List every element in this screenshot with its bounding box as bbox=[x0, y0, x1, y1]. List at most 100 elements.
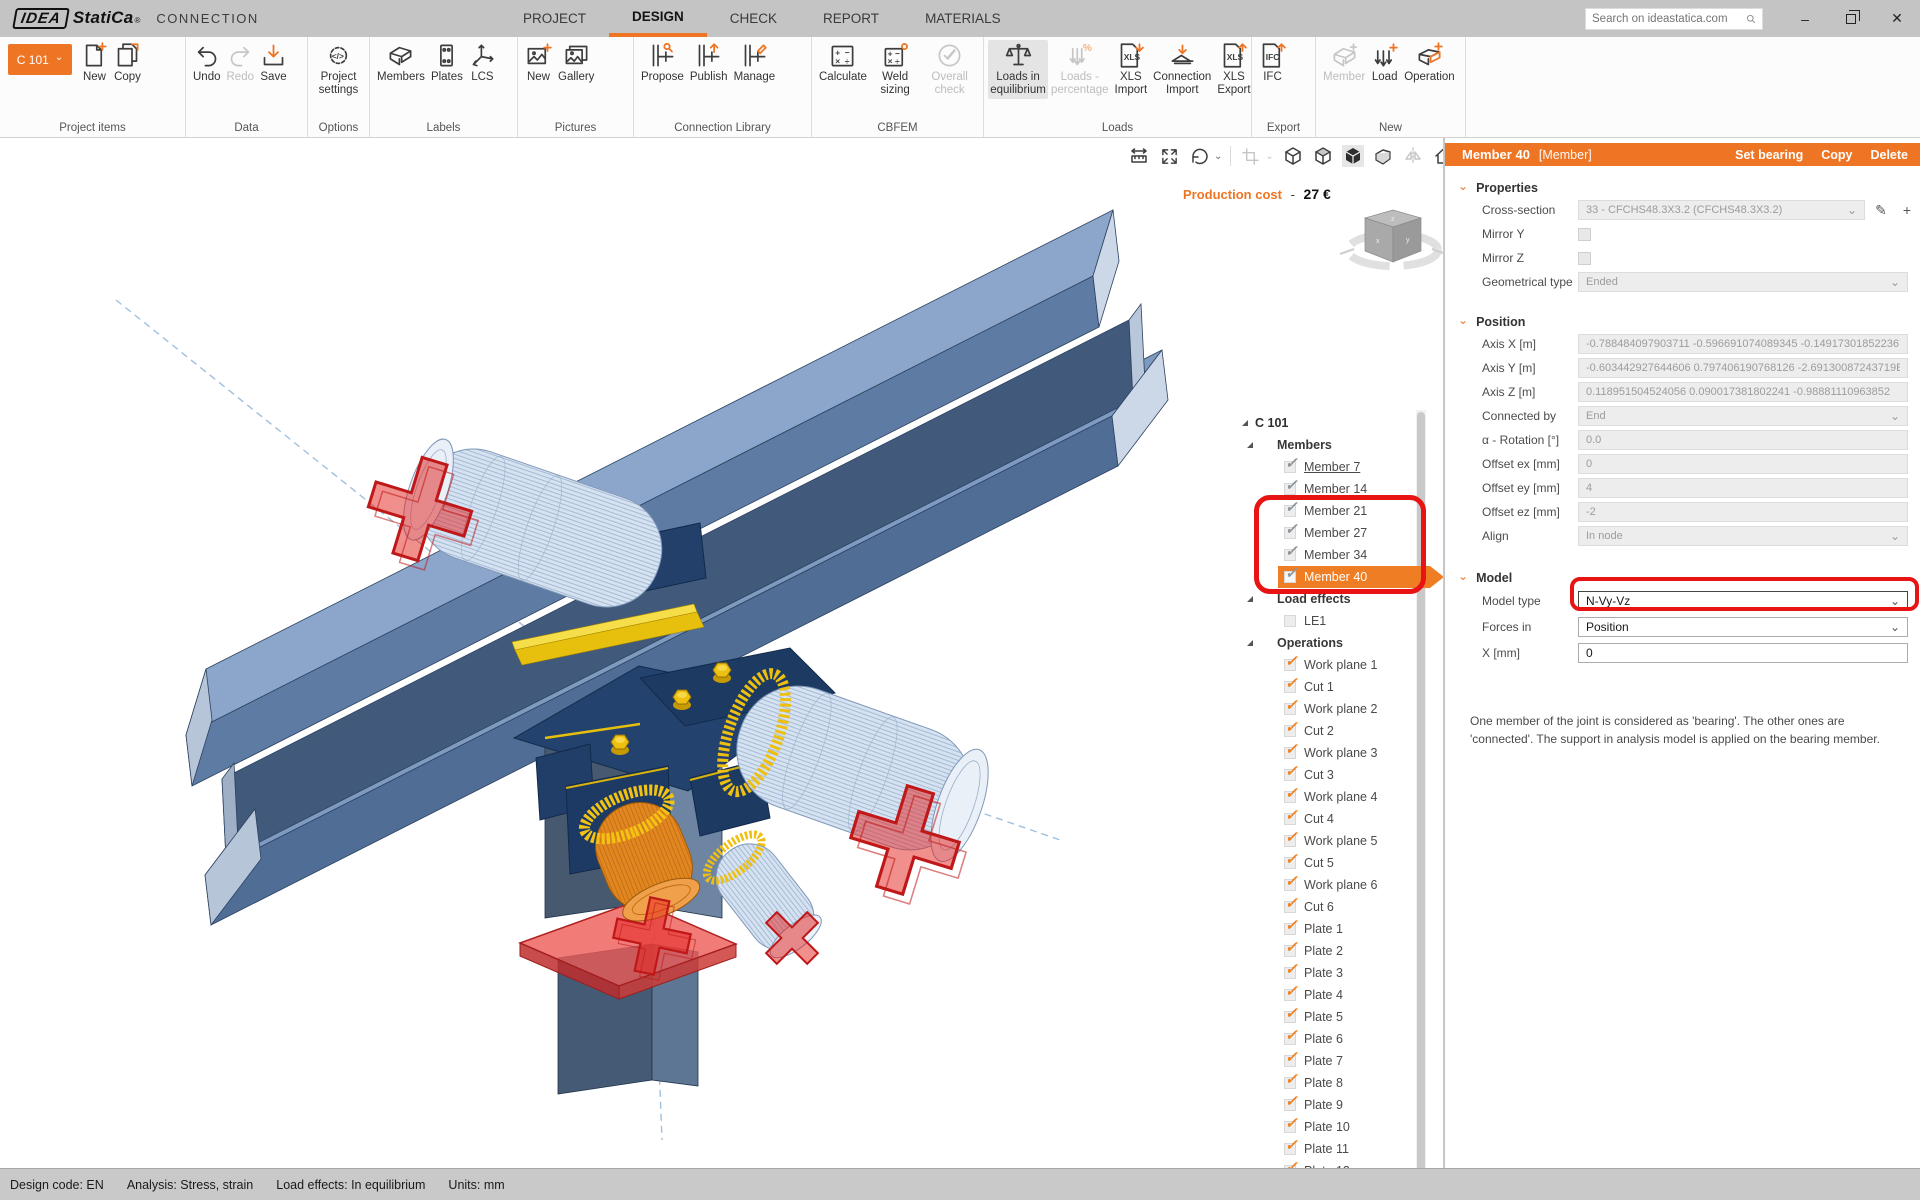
connection-3d-scene[interactable] bbox=[0, 138, 1444, 1168]
expander-triangle-icon[interactable] bbox=[1247, 596, 1253, 602]
tree-item-label[interactable]: Members bbox=[1277, 438, 1332, 452]
new-load-button[interactable]: Load bbox=[1368, 40, 1401, 86]
tree-checkbox[interactable] bbox=[1284, 1099, 1296, 1111]
tree-row[interactable]: Member 34 bbox=[1240, 544, 1443, 566]
x-position-field[interactable]: 0 bbox=[1578, 643, 1908, 663]
tree-row[interactable]: Plate 8 bbox=[1240, 1072, 1443, 1094]
tree-item-label[interactable]: Operations bbox=[1277, 636, 1343, 650]
tree-row[interactable]: Work plane 6 bbox=[1240, 874, 1443, 896]
tree-item-label[interactable]: Plate 11 bbox=[1304, 1142, 1349, 1156]
tree-row[interactable]: Work plane 4 bbox=[1240, 786, 1443, 808]
tree-row[interactable]: LE1 bbox=[1240, 610, 1443, 632]
undo-button[interactable]: Undo bbox=[190, 40, 224, 86]
restore-button[interactable] bbox=[1828, 0, 1874, 37]
panel-action-button[interactable]: Set bearing bbox=[1735, 148, 1803, 162]
home-view-button[interactable] bbox=[1432, 145, 1443, 167]
tree-row[interactable]: Members bbox=[1240, 434, 1443, 456]
main-tab[interactable]: DESIGN bbox=[609, 0, 707, 37]
tree-item-label[interactable]: Plate 1 bbox=[1304, 922, 1343, 936]
tree-item-label[interactable]: Work plane 3 bbox=[1304, 746, 1377, 760]
tree-checkbox[interactable] bbox=[1284, 1055, 1296, 1067]
gallery-button[interactable]: Gallery bbox=[555, 40, 597, 86]
measure-button[interactable] bbox=[1128, 145, 1150, 167]
tree-checkbox[interactable] bbox=[1284, 769, 1296, 781]
main-tab[interactable]: PROJECT bbox=[500, 0, 609, 37]
tree-row[interactable]: Plate 4 bbox=[1240, 984, 1443, 1006]
lcs-labels-button[interactable]: LCS bbox=[466, 40, 499, 86]
tree-item-label[interactable]: Plate 6 bbox=[1304, 1032, 1343, 1046]
tree-checkbox[interactable] bbox=[1284, 681, 1296, 693]
tree-item-label[interactable]: LE1 bbox=[1304, 614, 1326, 628]
tree-item-label[interactable]: Cut 1 bbox=[1304, 680, 1334, 694]
tree-item-label[interactable]: C 101 bbox=[1255, 416, 1288, 430]
tree-row[interactable]: Load effects bbox=[1240, 588, 1443, 610]
tree-row[interactable]: Plate 2 bbox=[1240, 940, 1443, 962]
copy-project-item-button[interactable]: Copy bbox=[111, 40, 144, 86]
plates-labels-button[interactable]: Plates bbox=[428, 40, 466, 86]
propose-button[interactable]: Propose bbox=[638, 40, 687, 86]
tree-checkbox[interactable] bbox=[1284, 1143, 1296, 1155]
model-type-dropdown[interactable]: N-Vy-Vz bbox=[1578, 591, 1908, 611]
tree-row[interactable]: Cut 1 bbox=[1240, 676, 1443, 698]
tree-row[interactable]: Plate 5 bbox=[1240, 1006, 1443, 1028]
loads-in-equilibrium-button[interactable]: Loads in equilibrium bbox=[988, 40, 1048, 99]
section-position[interactable]: ⌄ Position bbox=[1445, 312, 1920, 332]
rotate-view-button[interactable] bbox=[1188, 145, 1210, 167]
tree-row[interactable]: Work plane 5 bbox=[1240, 830, 1443, 852]
tree-row[interactable]: Member 14 bbox=[1240, 478, 1443, 500]
expander-triangle-icon[interactable] bbox=[1247, 442, 1253, 448]
tree-item-label[interactable]: Work plane 2 bbox=[1304, 702, 1377, 716]
ifc-export-button[interactable]: IFC IFC bbox=[1256, 40, 1289, 86]
tree-row[interactable]: Plate 3 bbox=[1240, 962, 1443, 984]
tree-row[interactable]: Plate 7 bbox=[1240, 1050, 1443, 1072]
close-button[interactable]: ✕ bbox=[1874, 0, 1920, 37]
tree-item-label[interactable]: Member 14 bbox=[1304, 482, 1367, 496]
tree-row[interactable]: Operations bbox=[1240, 632, 1443, 654]
tree-checkbox[interactable] bbox=[1284, 967, 1296, 979]
tree-item-label[interactable]: Work plane 1 bbox=[1304, 658, 1377, 672]
tree-item-label[interactable]: Plate 3 bbox=[1304, 966, 1343, 980]
tree-item-label[interactable]: Plate 4 bbox=[1304, 988, 1343, 1002]
main-tab[interactable]: CHECK bbox=[707, 0, 800, 37]
connection-import-button[interactable]: Connection Import bbox=[1150, 40, 1214, 99]
tree-item-label[interactable]: Work plane 4 bbox=[1304, 790, 1377, 804]
main-tab[interactable]: REPORT bbox=[800, 0, 902, 37]
save-button[interactable]: Save bbox=[257, 40, 290, 86]
tree-item-label[interactable]: Plate 7 bbox=[1304, 1054, 1343, 1068]
tree-row[interactable]: Cut 5 bbox=[1240, 852, 1443, 874]
tree-checkbox[interactable] bbox=[1284, 791, 1296, 803]
tree-checkbox[interactable] bbox=[1284, 483, 1296, 495]
edit-pencil-icon[interactable]: ✎ bbox=[1871, 200, 1891, 220]
new-picture-button[interactable]: New bbox=[522, 40, 555, 86]
tree-item-label[interactable]: Plate 5 bbox=[1304, 1010, 1343, 1024]
tree-row[interactable]: Cut 4 bbox=[1240, 808, 1443, 830]
tree-item-label[interactable]: Work plane 6 bbox=[1304, 878, 1377, 892]
project-settings-button[interactable]: </> Project settings bbox=[312, 40, 365, 99]
new-operation-button[interactable]: Operation bbox=[1401, 40, 1458, 86]
tree-checkbox[interactable] bbox=[1284, 945, 1296, 957]
tree-scrollbar[interactable] bbox=[1416, 410, 1426, 1168]
tree-row[interactable]: Plate 9 bbox=[1240, 1094, 1443, 1116]
project-item-dropdown[interactable]: C 101 ⌄ bbox=[8, 44, 72, 75]
tree-checkbox[interactable] bbox=[1284, 835, 1296, 847]
tree-item-label[interactable]: Plate 12 bbox=[1304, 1164, 1350, 1168]
tree-checkbox[interactable] bbox=[1284, 879, 1296, 891]
tree-item-label[interactable]: Cut 2 bbox=[1304, 724, 1334, 738]
tree-item-label[interactable]: Plate 8 bbox=[1304, 1076, 1343, 1090]
tree-row[interactable]: Member 40 bbox=[1240, 566, 1443, 588]
tree-row[interactable]: Plate 10 bbox=[1240, 1116, 1443, 1138]
tree-checkbox[interactable] bbox=[1284, 1077, 1296, 1089]
search-input[interactable] bbox=[1592, 13, 1746, 25]
tree-item-label[interactable]: Plate 10 bbox=[1304, 1120, 1350, 1134]
panel-action-button[interactable]: Delete bbox=[1870, 148, 1908, 162]
tree-checkbox[interactable] bbox=[1284, 901, 1296, 913]
manage-button[interactable]: Manage bbox=[731, 40, 779, 86]
chevron-down-icon[interactable]: ⌄ bbox=[1265, 151, 1273, 162]
tree-row[interactable]: Plate 12 bbox=[1240, 1160, 1443, 1168]
tree-row[interactable]: Member 27 bbox=[1240, 522, 1443, 544]
tree-item-label[interactable]: Member 21 bbox=[1304, 504, 1367, 518]
search-box[interactable] bbox=[1585, 8, 1763, 30]
navigation-cube[interactable]: x y z bbox=[1338, 198, 1444, 283]
panel-action-button[interactable]: Copy bbox=[1821, 148, 1852, 162]
weld-sizing-button[interactable]: + − × ÷ Weld sizing bbox=[870, 40, 920, 99]
